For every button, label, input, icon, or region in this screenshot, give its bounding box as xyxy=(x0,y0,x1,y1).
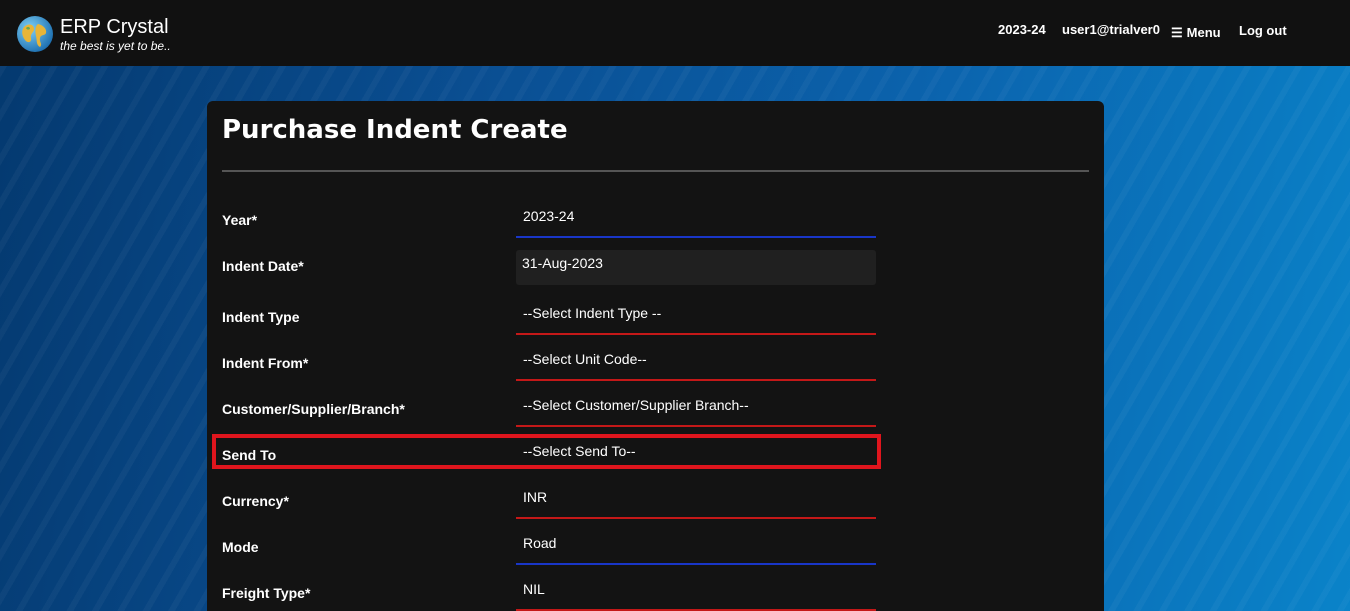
indent-type-label: Indent Type xyxy=(222,309,300,325)
top-navbar: ERP Crystal the best is yet to be.. 2023… xyxy=(0,0,1350,66)
hamburger-icon: ☰ xyxy=(1171,25,1183,40)
purchase-indent-form: Purchase Indent Create Year* 2023-24 Ind… xyxy=(207,101,1104,611)
indent-date-field: 31-Aug-2023 xyxy=(516,250,876,285)
mode-label: Mode xyxy=(222,539,259,555)
page-title: Purchase Indent Create xyxy=(222,115,568,145)
currency-select[interactable]: INR xyxy=(516,483,876,519)
send-to-select[interactable]: --Select Send To-- xyxy=(516,437,876,473)
indent-date-label: Indent Date* xyxy=(222,258,304,274)
indent-type-select[interactable]: --Select Indent Type -- xyxy=(516,299,876,335)
mode-select[interactable]: Road xyxy=(516,529,876,565)
currency-label: Currency* xyxy=(222,493,289,509)
customer-supplier-branch-label: Customer/Supplier/Branch* xyxy=(222,401,405,417)
user-account[interactable]: user1@trialver0 xyxy=(1062,22,1160,37)
send-to-label: Send To xyxy=(222,447,277,463)
freight-type-label: Freight Type* xyxy=(222,585,311,601)
indent-from-label: Indent From* xyxy=(222,355,309,371)
menu-label: Menu xyxy=(1186,25,1221,40)
globe-icon xyxy=(17,16,53,52)
menu-button[interactable]: ☰ Menu xyxy=(1171,25,1221,41)
title-divider xyxy=(222,170,1089,172)
financial-year[interactable]: 2023-24 xyxy=(998,22,1046,37)
year-label: Year* xyxy=(222,212,258,228)
brand-tagline: the best is yet to be.. xyxy=(60,39,171,53)
brand-name[interactable]: ERP Crystal xyxy=(60,16,169,39)
logout-link[interactable]: Log out xyxy=(1239,23,1287,38)
freight-type-select[interactable]: NIL xyxy=(516,575,876,611)
year-select[interactable]: 2023-24 xyxy=(516,202,876,238)
customer-supplier-branch-select[interactable]: --Select Customer/Supplier Branch-- xyxy=(516,391,876,427)
indent-from-select[interactable]: --Select Unit Code-- xyxy=(516,345,876,381)
